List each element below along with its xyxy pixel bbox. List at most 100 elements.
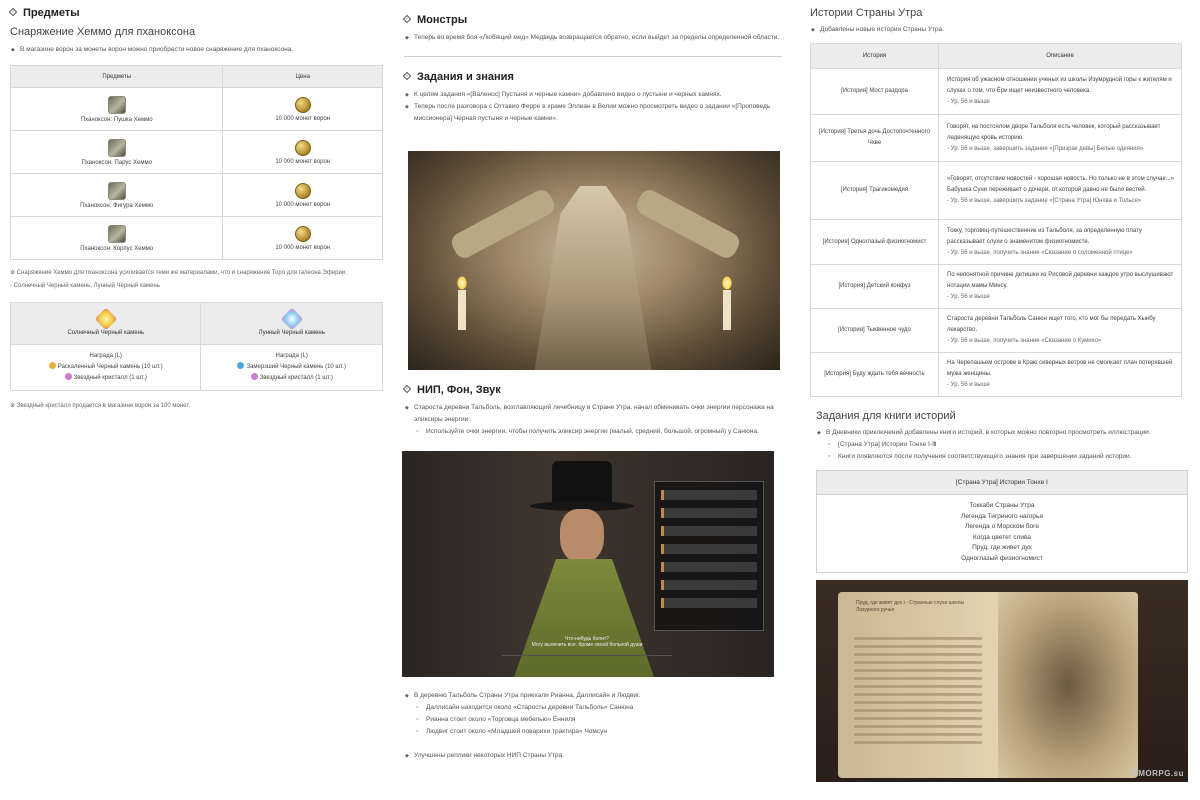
table-row: [История] Тыквенное чудо Староста деревн… (810, 308, 1182, 353)
missionary-video-image (408, 151, 780, 370)
monsters-heading: Монстры (402, 14, 782, 26)
table-row: [История] Одноглазый физиогномист Токку,… (810, 219, 1182, 265)
table-header: Лунный Черный камень (258, 330, 325, 336)
arrivals-text: В деревню Тальболь Страны Утра приехали … (404, 690, 782, 702)
star-crystal-icon (64, 373, 72, 380)
healer-npc-image: Что-нибудь болит? Могу вылечить все. Кро… (402, 451, 774, 677)
story-requirement: - Ур. 56 и выше (947, 294, 990, 300)
figurehead-icon (107, 181, 126, 200)
book-list-table: [Страна Утра] Истории Тонхе Ⅰ Токкаби Ст… (816, 470, 1188, 573)
table-row: Пханоксон: Парус Хеммо 10 000 монет воро… (9, 130, 383, 174)
reward-item: Замерзший Черный камень (10 шт.) (246, 364, 346, 370)
story-desc: «Говорят, отсутствие новостей - хорошая … (947, 176, 1175, 193)
arrival-item: Рианна стоит около «Торговца мебелью» Ён… (404, 714, 782, 726)
section-diamond-icon (8, 7, 18, 17)
stories-table: История Описание [История] Мост раздора … (810, 43, 1182, 397)
npc-heading: НИП, Фон, Звук (402, 384, 782, 396)
book-table-title: [Страна Утра] Истории Тонхе Ⅰ (817, 471, 1187, 495)
table-header-row: Предметы Цена (9, 65, 383, 88)
sail-icon (107, 138, 126, 157)
story-requirement: - Ур. 56 и выше, получить знание «Сказан… (947, 249, 1133, 256)
table-header: Цена (222, 65, 383, 88)
story-requirement: - Ур. 56 и выше, получить знание «Сказан… (947, 338, 1102, 344)
list-item: Пруд, где живет дух (972, 544, 1032, 551)
gear-table: Предметы Цена Пханоксон: Пушка Хеммо 10 … (9, 65, 383, 260)
story-name: [История] Одноглазый физиогномист (810, 219, 939, 265)
story-desc: История об ужасном отношении ученых из ш… (947, 77, 1172, 94)
item-price: 10 000 монет ворон (275, 158, 331, 165)
gear-intro: В магазине ворон за монеты ворон можно п… (10, 44, 383, 56)
table-row: Награда (L) Раскаленный Черный камень (1… (9, 344, 383, 391)
note-crystal: ※ Звездный кристалл продается в магазине… (10, 403, 191, 409)
story-desc: По непонятной причине детишки из Рисовой… (947, 272, 1174, 289)
arrival-item: Людвиг стоит около «Младшей поварихи тра… (404, 726, 782, 738)
npc-subtext: Используйте очки энергии, чтобы получить… (404, 426, 782, 438)
reward-label: Награда (L) (89, 353, 122, 359)
story-name: [История] Детский конфуз (810, 264, 939, 309)
book-item: В Дневники приключений добавлены книги и… (816, 427, 1182, 439)
reward-item: Раскаленный Черный камень (10 шт.) (57, 364, 163, 370)
reward-item: Звездный кристалл (1 шт.) (259, 375, 333, 381)
item-name: Пханоксон: Фигура Хеммо (80, 202, 154, 209)
list-item: Легенда о Морском боге (965, 523, 1039, 530)
sun-stone-icon (94, 307, 118, 331)
table-row: Пханоксон: Фигура Хеммо 10 000 монет вор… (9, 173, 383, 217)
table-header: Описание (938, 43, 1182, 69)
reward-item: Звездный кристалл (1 шт.) (73, 375, 147, 381)
item-name: Пханоксон: Пушка Хеммо (80, 116, 153, 123)
npc-text: Староста деревни Тальболь, возглавляющий… (404, 402, 782, 426)
table-header: Солнечный Черный камень (67, 330, 145, 336)
section-diamond-icon (402, 14, 412, 24)
stories-intro: Добавлены новые истории Страны Утра. (810, 24, 1182, 36)
item-price: 10 000 монет ворон (275, 115, 331, 122)
star-crystal-icon (250, 373, 258, 380)
list-item: Токкаби Страны Утра (969, 502, 1035, 509)
table-header-row: История Описание (810, 43, 1182, 69)
section-diamond-icon (402, 71, 412, 81)
reward-label: Награда (L) (275, 353, 308, 359)
updates-column: Монстры Теперь во время боя «Любящий мед… (402, 0, 782, 762)
item-price: 10 000 монет ворон (275, 244, 331, 251)
improved-text: Улучшены реплики некоторых НИП Страны Ут… (404, 750, 782, 762)
story-requirement: - Ур. 56 и выше, завершить задание «[При… (947, 145, 1144, 152)
npc-section: НИП, Фон, Звук Староста деревни Тальболь… (402, 384, 782, 438)
hot-stone-icon (48, 362, 56, 369)
item-price: 10 000 монет ворон (275, 201, 331, 208)
arrivals-section: В деревню Тальболь Страны Утра приехали … (404, 690, 782, 762)
coin-icon (294, 139, 311, 156)
table-header-row: Солнечный Черный камень Лунный Черный ка… (9, 302, 383, 345)
book-heading: Задания для книги историй (816, 410, 956, 422)
hull-icon (107, 224, 126, 243)
npc-dialogue: Что-нибудь болит? Могу вылечить все. Кро… (531, 636, 643, 648)
coin-icon (294, 182, 311, 199)
list-item: Одноглазый физиогномист (961, 554, 1043, 562)
gear-subheading: Снаряжение Хеммо для пханоксона (10, 26, 196, 38)
storybook-image: Пруд, где живет дух Ⅰ - Странные слухи ш… (816, 580, 1188, 782)
story-name: [История] Мост раздора (810, 68, 939, 115)
table-row: [История] Трагикомедия «Говорят, отсутст… (810, 161, 1182, 220)
stories-heading: Истории Страны Утра (810, 7, 923, 19)
watermark: MMORPG.su (1131, 769, 1184, 778)
dialogue-menu-bar (502, 655, 672, 673)
cannon-icon (107, 95, 126, 114)
storybook-title: Пруд, где живет дух Ⅰ - Странные слухи ш… (856, 600, 965, 613)
story-name: [История] Трагикомедия (810, 161, 939, 220)
quests-heading: Задания и знания (402, 71, 782, 83)
quest-item: Теперь после разговора с Оттавио Ферре в… (404, 101, 782, 125)
item-name: Пханоксон: Парус Хеммо (81, 159, 152, 166)
frozen-stone-icon (237, 362, 245, 369)
table-row: [История] Буду ждать тебя вечность На Че… (810, 352, 1182, 397)
story-name: [История] Буду ждать тебя вечность (810, 352, 939, 397)
note-upgrade: ※ Снаряжение Хеммо для пханоксона усилив… (10, 270, 347, 276)
table-row: Пханоксон: Пушка Хеммо 10 000 монет воро… (9, 87, 383, 131)
story-desc: Староста деревни Тальболь Санюн ищет тог… (947, 316, 1156, 333)
table-header: Предметы (9, 65, 224, 88)
item-name: Пханоксон: Корпус Хеммо (80, 245, 154, 252)
divider (404, 56, 782, 57)
stones-table: Солнечный Черный камень Лунный Черный ка… (9, 302, 383, 391)
story-name: [История] Третья дочь Достопочтенного Чх… (810, 114, 939, 162)
quest-item: К целям задания «[Валенос] Пустыня и чер… (404, 89, 782, 101)
arrival-item: Даллисайн находится около «Старосты дере… (404, 702, 782, 714)
moon-stone-icon (280, 307, 304, 331)
story-desc: Токку, торговец-путешественник из Тальбо… (947, 227, 1142, 245)
